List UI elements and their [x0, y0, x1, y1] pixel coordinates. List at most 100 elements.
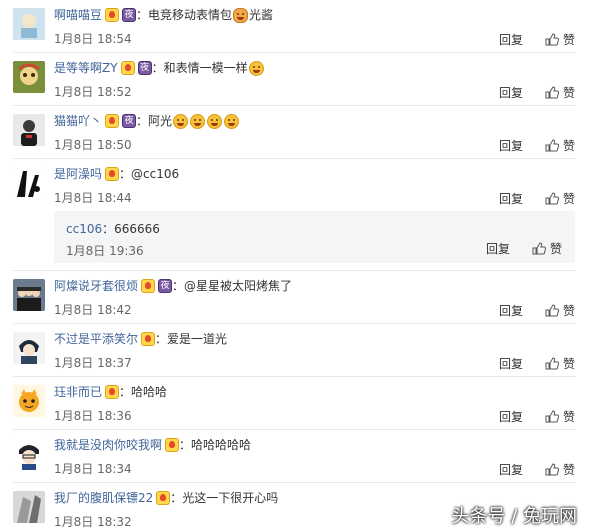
like-button[interactable]: 赞	[545, 461, 575, 478]
cry-emoji-icon	[224, 113, 240, 129]
avatar[interactable]	[13, 279, 45, 311]
like-label: 赞	[562, 138, 575, 153]
night-badge-icon: 夜	[137, 61, 152, 75]
like-label: 赞	[562, 191, 575, 206]
comment-item: 不过是平添笑尔 ：爱是一道光 1月8日 18:37 回复 赞	[0, 324, 589, 377]
comment-text: ：电竞移动表情包	[136, 8, 233, 22]
reply-button[interactable]: 回复	[499, 84, 523, 101]
comment-item: 我就是没肉你咬我啊 ：哈哈哈哈哈 1月8日 18:34 回复 赞	[0, 430, 589, 483]
fire-badge-icon	[105, 385, 120, 399]
night-badge-icon: 夜	[122, 8, 137, 22]
fire-badge-icon	[141, 332, 156, 346]
username[interactable]: 猫猫吖丶	[54, 112, 102, 130]
comment-time: 1月8日 18:37	[54, 356, 132, 370]
username[interactable]: 阿燦说牙套很烦	[54, 277, 138, 295]
like-button[interactable]: 赞	[545, 302, 575, 319]
comment-text: ：@cc106	[119, 167, 180, 181]
sub-reply-username[interactable]: cc106	[66, 222, 102, 236]
username[interactable]: 我就是没肉你咬我啊	[54, 436, 162, 454]
thumbs-up-icon	[545, 409, 559, 422]
cry-emoji-icon	[207, 113, 223, 129]
comment-text: ：和表情一模一样	[151, 61, 248, 75]
avatar[interactable]	[13, 167, 45, 199]
avatar[interactable]	[13, 438, 45, 470]
fire-badge-icon	[156, 491, 171, 505]
fire-badge-icon	[120, 61, 135, 75]
laugh-emoji-icon	[248, 60, 264, 76]
like-label: 赞	[562, 462, 575, 477]
thumbs-up-icon	[545, 85, 559, 98]
thumbs-up-icon	[532, 242, 546, 255]
username[interactable]: 啊喵喵豆	[54, 6, 102, 24]
thumbs-up-icon	[545, 138, 559, 151]
sub-reply: cc106：666666 1月8日 19:36 回复 赞	[54, 211, 575, 263]
comment-item: 阿燦说牙套很烦 夜 ：@星星被太阳烤焦了 1月8日 18:42 回复 赞	[0, 271, 589, 324]
sub-reply-time: 1月8日 19:36	[66, 244, 144, 258]
fire-badge-icon	[105, 167, 120, 181]
avatar[interactable]	[13, 114, 45, 146]
thumbs-up-icon	[545, 191, 559, 204]
reply-button[interactable]: 回复	[499, 408, 523, 425]
comment-text: ：哈哈哈哈哈	[179, 438, 252, 452]
night-badge-icon: 夜	[122, 114, 137, 128]
reply-button[interactable]: 回复	[499, 190, 523, 207]
like-label: 赞	[549, 242, 562, 256]
comment-time: 1月8日 18:42	[54, 303, 132, 317]
comment-text: ：哈哈哈	[119, 385, 168, 399]
username[interactable]: 我厂的腹肌保镖22	[54, 489, 153, 507]
avatar[interactable]	[13, 385, 45, 417]
reply-button[interactable]: 回复	[499, 137, 523, 154]
comment-text: ：爱是一道光	[155, 332, 228, 346]
like-label: 赞	[562, 303, 575, 318]
avatar[interactable]	[13, 61, 45, 93]
fire-badge-icon	[141, 279, 156, 293]
like-label: 赞	[562, 409, 575, 424]
sub-reply-button[interactable]: 回复	[486, 240, 510, 257]
thumbs-up-icon	[545, 462, 559, 475]
reply-button[interactable]: 回复	[499, 461, 523, 478]
avatar[interactable]	[13, 332, 45, 364]
comment-item: 猫猫吖丶 夜 ：阿光 1月8日 18:50 回复 赞	[0, 106, 589, 159]
comment-time: 1月8日 18:54	[54, 32, 132, 46]
username[interactable]: 珏非而已	[54, 383, 102, 401]
comment-item: 珏非而已 ：哈哈哈 1月8日 18:36 回复 赞	[0, 377, 589, 430]
like-button[interactable]: 赞	[545, 84, 575, 101]
like-label: 赞	[562, 32, 575, 47]
comment-time: 1月8日 18:44	[54, 191, 132, 205]
sub-like-button[interactable]: 赞	[532, 240, 562, 257]
thumbs-up-icon	[545, 356, 559, 369]
comment-item: 是等等啊ZY 夜 ：和表情一模一样 1月8日 18:52 回复 赞	[0, 53, 589, 106]
thumbs-up-icon	[545, 32, 559, 45]
like-label: 赞	[562, 85, 575, 100]
avatar[interactable]	[13, 8, 45, 40]
comment-text: ：阿光	[136, 114, 173, 128]
cry-emoji-icon	[190, 113, 206, 129]
comment-item: 啊喵喵豆 夜 ：电竞移动表情包 光酱 1月8日 18:54 回复 赞	[0, 0, 589, 53]
like-button[interactable]: 赞	[545, 31, 575, 48]
username[interactable]: 不过是平添笑尔	[54, 330, 138, 348]
comment-time: 1月8日 18:32	[54, 515, 132, 529]
username[interactable]: 是等等啊ZY	[54, 59, 118, 77]
reply-button[interactable]: 回复	[499, 355, 523, 372]
comment-time: 1月8日 18:52	[54, 85, 132, 99]
reply-button[interactable]: 回复	[499, 31, 523, 48]
fire-badge-icon	[105, 8, 120, 22]
like-label: 赞	[562, 356, 575, 371]
watermark: 头条号 / 兔玩网	[451, 506, 577, 527]
sub-reply-text: ：666666	[102, 222, 160, 236]
like-button[interactable]: 赞	[545, 137, 575, 154]
like-button[interactable]: 赞	[545, 190, 575, 207]
cat-emoji-icon	[233, 7, 249, 23]
night-badge-icon: 夜	[158, 279, 173, 293]
comment-text-tail: 光酱	[249, 8, 274, 22]
avatar[interactable]	[13, 491, 45, 523]
cry-emoji-icon	[173, 113, 189, 129]
comment-text: ：光这一下很开心吗	[170, 491, 279, 505]
like-button[interactable]: 赞	[545, 355, 575, 372]
username[interactable]: 是阿澡吗	[54, 165, 102, 183]
fire-badge-icon	[165, 438, 180, 452]
like-button[interactable]: 赞	[545, 408, 575, 425]
fire-badge-icon	[105, 114, 120, 128]
comment-text: ：@星星被太阳烤焦了	[172, 279, 293, 293]
reply-button[interactable]: 回复	[499, 302, 523, 319]
